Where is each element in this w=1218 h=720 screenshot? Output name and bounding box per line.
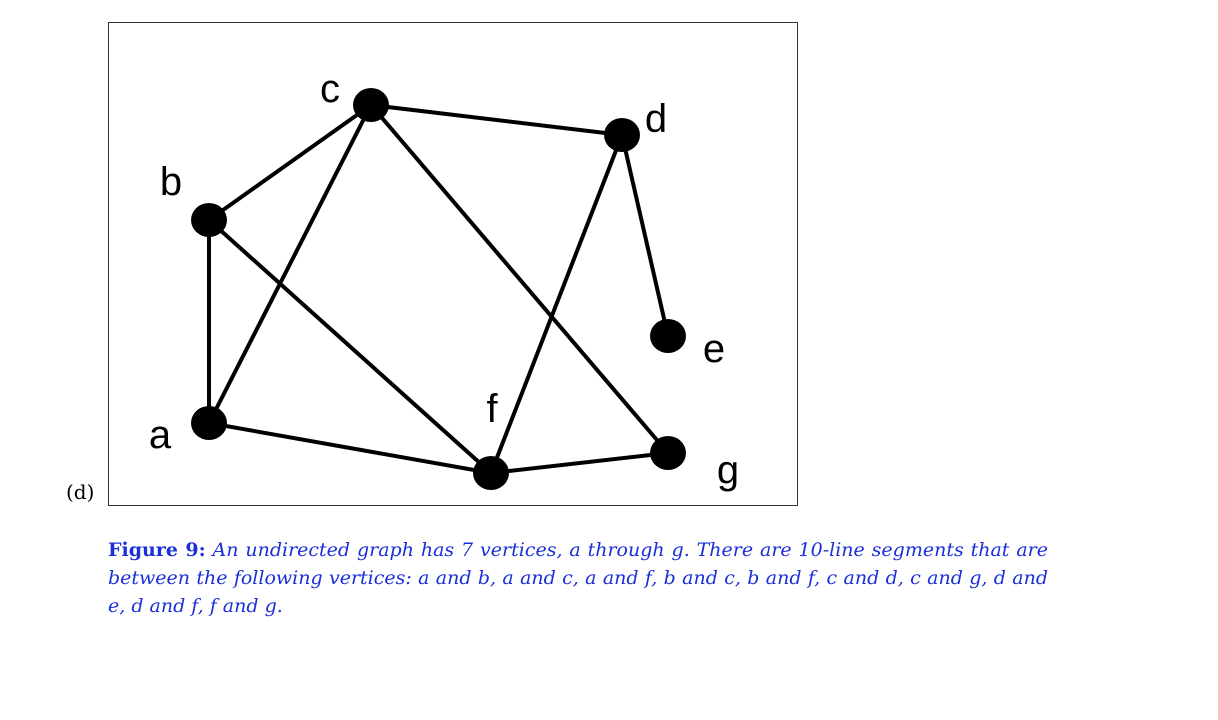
vertex-label-g: g [717, 448, 739, 492]
graph-edges [207, 103, 670, 475]
vertex-label-d: d [645, 97, 667, 141]
edge-f-g [490, 451, 669, 475]
edge-d-e [620, 134, 670, 337]
edge-c-d [370, 103, 623, 137]
vertex-f [473, 456, 509, 490]
edge-b-f [207, 218, 493, 475]
vertex-e [650, 319, 686, 353]
vertex-label-c: c [320, 67, 340, 111]
vertex-g [650, 436, 686, 470]
vertex-a [191, 406, 227, 440]
caption-text: An undirected graph has 7 vertices, a th… [108, 539, 1048, 617]
edge-b-c [207, 103, 373, 222]
vertex-label-e: e [703, 327, 725, 371]
caption-label: Figure 9: [108, 539, 206, 561]
edge-a-f [208, 421, 492, 475]
vertex-b [191, 203, 227, 237]
vertex-c [353, 88, 389, 122]
figure-caption: Figure 9: An undirected graph has 7 vert… [108, 536, 1048, 620]
edge-d-f [489, 134, 624, 474]
vertex-label-f: f [486, 387, 498, 431]
graph-vertices [191, 88, 686, 490]
vertex-label-b: b [160, 160, 182, 204]
vertex-label-a: a [149, 413, 172, 457]
edge-a-c [207, 104, 373, 424]
vertex-d [604, 118, 640, 152]
